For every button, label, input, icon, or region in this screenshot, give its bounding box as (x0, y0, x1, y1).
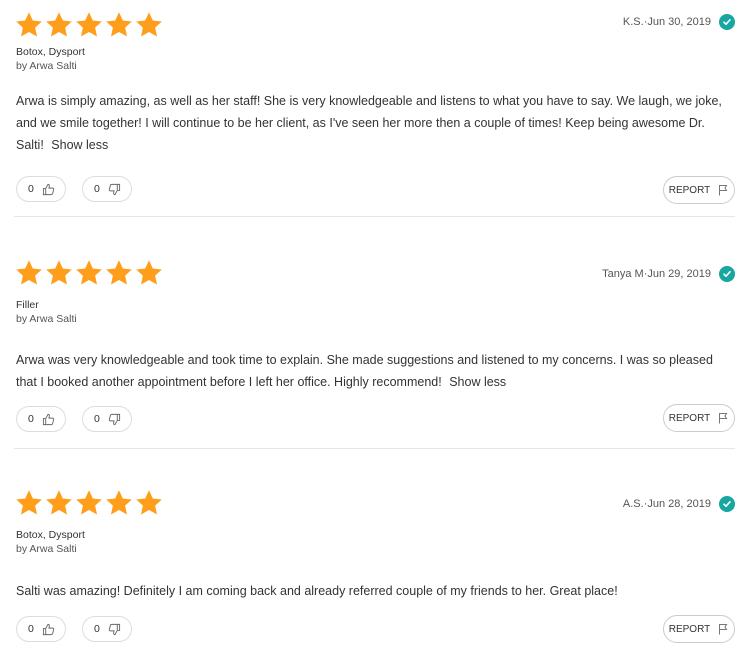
star-icon (106, 12, 132, 37)
star-icon (76, 12, 102, 37)
review-card: A.S. · Jun 28, 2019 Botox, Dysport by Ar… (0, 462, 755, 653)
helpful-button[interactable]: 0 (16, 406, 66, 432)
review-date: Jun 28, 2019 (647, 498, 711, 510)
helpful-count: 0 (28, 623, 34, 635)
reviewer-name: Tanya M (602, 268, 644, 280)
review-card: Tanya M · Jun 29, 2019 Filler by Arwa Sa… (0, 232, 755, 446)
flag-icon (719, 624, 728, 635)
flag-icon (719, 413, 728, 424)
star-icon (76, 490, 102, 515)
review-meta: Tanya M · Jun 29, 2019 (602, 266, 735, 282)
provider-name: by Arwa Salti (16, 60, 77, 72)
report-label: REPORT (668, 184, 711, 196)
provider-name: by Arwa Salti (16, 313, 77, 325)
thumbs-down-icon (108, 183, 120, 195)
treatment-list: Filler (16, 299, 39, 311)
helpful-count: 0 (28, 413, 34, 425)
report-label: REPORT (668, 623, 711, 635)
star-icon (46, 12, 72, 37)
helpful-button[interactable]: 0 (16, 176, 66, 202)
star-icon (16, 490, 42, 515)
show-less-link[interactable]: Show less (51, 138, 108, 152)
star-icon (46, 490, 72, 515)
thumbs-down-icon (108, 413, 120, 425)
provider-name: by Arwa Salti (16, 543, 77, 555)
review-text: Salti was amazing! Definitely I am comin… (16, 580, 728, 602)
review-text: Arwa is simply amazing, as well as her s… (16, 90, 728, 156)
review-meta: K.S. · Jun 30, 2019 (623, 14, 735, 30)
review-date: Jun 29, 2019 (647, 268, 711, 280)
report-button[interactable]: REPORT (663, 615, 735, 643)
unhelpful-count: 0 (94, 183, 100, 195)
star-icon (136, 12, 162, 37)
show-less-link[interactable]: Show less (449, 375, 506, 389)
review-divider (14, 448, 735, 449)
thumbs-up-icon (42, 413, 55, 425)
star-icon (136, 490, 162, 515)
unhelpful-button[interactable]: 0 (82, 176, 132, 202)
review-body: Salti was amazing! Definitely I am comin… (16, 584, 618, 598)
star-icon (136, 260, 162, 285)
star-rating (14, 10, 164, 40)
report-label: REPORT (668, 412, 711, 424)
star-icon (16, 12, 42, 37)
thumbs-down-icon (108, 623, 120, 635)
flag-icon (719, 185, 728, 196)
review-card: K.S. · Jun 30, 2019 Botox, Dysport by Ar… (0, 2, 755, 216)
treatment-list: Botox, Dysport (16, 529, 85, 541)
helpful-button[interactable]: 0 (16, 616, 66, 642)
thumbs-up-icon (42, 623, 55, 635)
star-icon (76, 260, 102, 285)
report-button[interactable]: REPORT (663, 404, 735, 432)
star-icon (106, 260, 132, 285)
verified-check-icon (719, 266, 735, 282)
review-body: Arwa was very knowledgeable and took tim… (16, 353, 713, 389)
star-rating (14, 258, 164, 288)
verified-check-icon (719, 496, 735, 512)
unhelpful-button[interactable]: 0 (82, 616, 132, 642)
review-text: Arwa was very knowledgeable and took tim… (16, 349, 728, 393)
verified-check-icon (719, 14, 735, 30)
report-button[interactable]: REPORT (663, 176, 735, 204)
star-icon (106, 490, 132, 515)
star-icon (46, 260, 72, 285)
review-meta: A.S. · Jun 28, 2019 (623, 496, 735, 512)
treatment-list: Botox, Dysport (16, 46, 85, 58)
unhelpful-count: 0 (94, 623, 100, 635)
reviewer-name: A.S. (622, 498, 644, 510)
star-icon (16, 260, 42, 285)
reviewer-name: K.S. (622, 16, 644, 28)
unhelpful-count: 0 (94, 413, 100, 425)
review-divider (14, 216, 735, 217)
star-rating (14, 488, 164, 518)
thumbs-up-icon (42, 183, 55, 195)
unhelpful-button[interactable]: 0 (82, 406, 132, 432)
helpful-count: 0 (28, 183, 34, 195)
review-date: Jun 30, 2019 (647, 16, 711, 28)
review-body: Arwa is simply amazing, as well as her s… (16, 94, 722, 152)
